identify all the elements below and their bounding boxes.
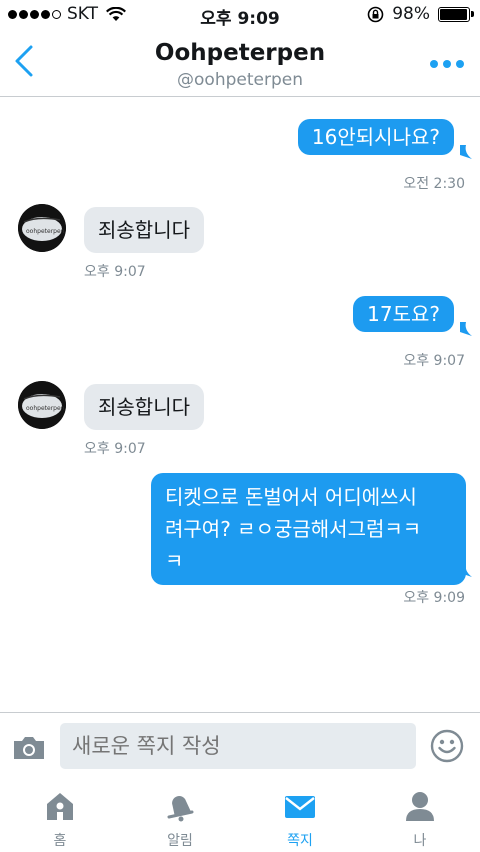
tab-home[interactable]: 홈 [0,790,120,850]
tab-bar: 홈 알림 쪽지 나 [0,782,480,852]
message-input[interactable] [60,723,416,769]
svg-text:oohpeterpen: oohpeterpen [26,228,65,235]
battery-percent: 98% [392,4,430,24]
tab-profile[interactable]: 나 [360,790,480,850]
tab-messages[interactable]: 쪽지 [240,790,360,850]
conversation-title[interactable]: Oohpeterpen [0,40,480,66]
message-timestamp: 오후 9:07 [84,264,146,280]
tab-label: 알림 [167,833,193,849]
home-icon [47,793,73,820]
rotation-lock-icon [367,6,384,22]
more-options-icon[interactable] [430,60,464,68]
bubble-tail [460,145,472,159]
message-timestamp: 오후 9:07 [403,353,465,369]
message-line: ㅋ [165,549,184,573]
avatar[interactable]: oohpeterpen [18,204,66,252]
status-right: 98% [367,4,474,24]
tab-label: 나 [413,833,427,849]
conversation-handle[interactable]: @oohpeterpen [0,70,480,90]
message-line: 려구여? ㄹㅇ궁금해서그럼ㅋㅋ [165,517,422,541]
message-timestamp: 오후 9:07 [84,441,146,457]
tab-label: 쪽지 [287,833,313,849]
avatar[interactable]: oohpeterpen [18,381,66,429]
tab-label: 홈 [53,833,67,849]
outgoing-message[interactable]: 16안되시나요? [297,119,454,155]
person-icon [406,792,434,821]
envelope-icon [285,796,315,818]
message-timestamp: 오후 9:09 [403,590,465,606]
message-line: 티켓으로 돈벌어서 어디에쓰시 [165,485,417,509]
emoji-icon[interactable] [430,729,464,763]
svg-text:oohpeterpen: oohpeterpen [26,405,65,412]
camera-icon[interactable] [12,735,46,761]
battery-icon [438,6,474,22]
incoming-message[interactable]: 죄송합니다 [84,207,204,253]
conversation-header: Oohpeterpen @oohpeterpen [0,30,480,97]
tab-notifications[interactable]: 알림 [120,790,240,850]
status-bar: SKT 오후 9:09 98% [0,0,480,30]
bubble-tail [460,563,472,577]
compose-bar [0,712,480,783]
outgoing-message[interactable]: 티켓으로 돈벌어서 어디에쓰시 려구여? ㄹㅇ궁금해서그럼ㅋㅋ ㅋ [151,473,466,585]
bubble-tail [460,322,472,336]
outgoing-message[interactable]: 17도요? [353,296,454,332]
bell-icon [167,796,194,822]
incoming-message[interactable]: 죄송합니다 [84,384,204,430]
message-timestamp: 오전 2:30 [403,176,465,192]
